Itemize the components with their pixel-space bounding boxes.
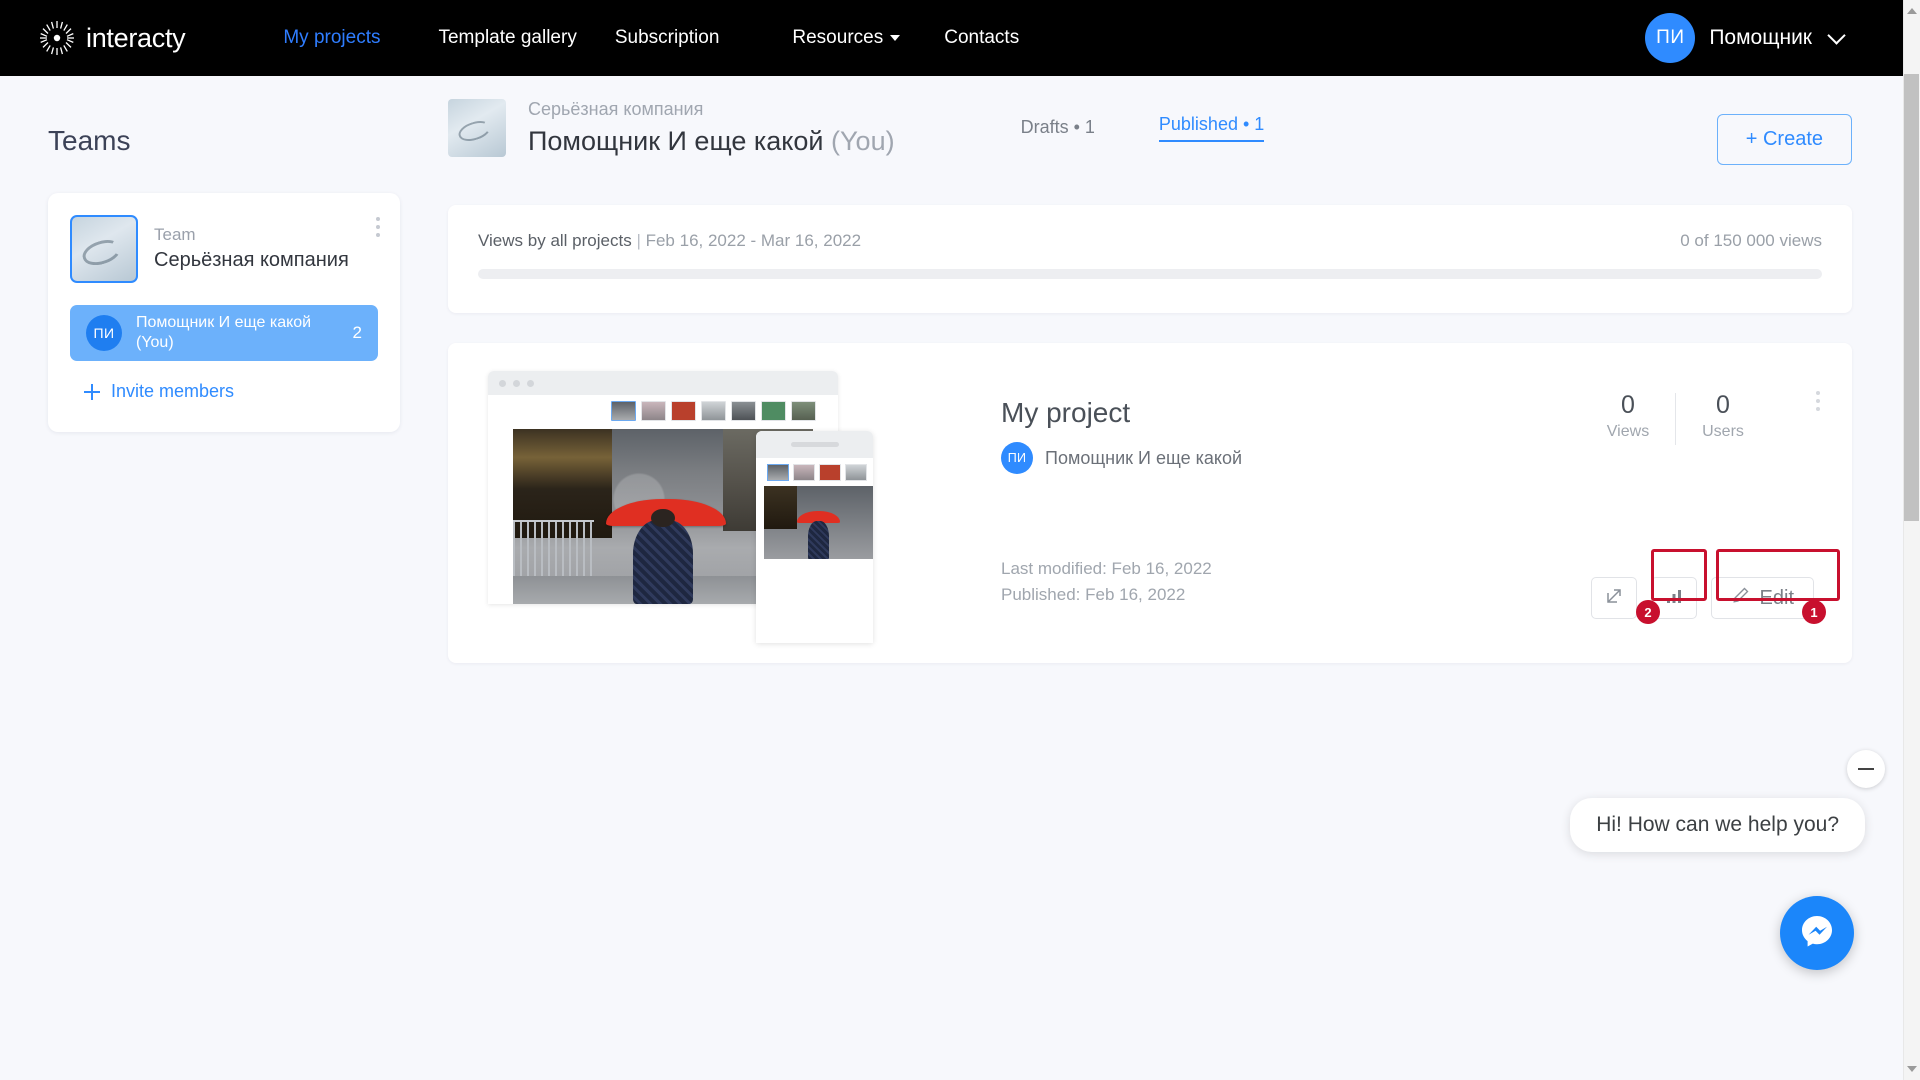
scroll-down-arrow-icon[interactable] [1907, 1066, 1917, 1072]
open-external-button[interactable] [1590, 577, 1637, 620]
nav-item-resources[interactable]: Resources [792, 27, 901, 49]
more-vertical-icon[interactable] [376, 217, 380, 237]
stat-views-value: 0 [1621, 391, 1635, 420]
nav-item-contacts[interactable]: Contacts [944, 27, 1019, 49]
views-count: 0 of 150 000 views [1680, 231, 1822, 251]
team-row[interactable]: Team Серьёзная компания [70, 215, 378, 283]
stat-views-label: Views [1606, 423, 1650, 441]
avatar: ПИ [1645, 13, 1696, 63]
project-last-modified: Last modified: Feb 16, 2022 [1001, 559, 1212, 579]
header-team-name: Серьёзная компания [528, 99, 704, 119]
header-user-suffix: (You) [831, 126, 895, 156]
header-user-name: Помощник И еще какой (You) [528, 123, 895, 159]
stat-views: 0 Views [1581, 391, 1675, 441]
main-content: Серьёзная компания Помощник И еще какой … [448, 96, 1852, 664]
sidebar-member-count: 2 [352, 323, 362, 342]
content-header: Серьёзная компания Помощник И еще какой … [448, 96, 1852, 165]
project-dates: Last modified: Feb 16, 2022 Published: F… [1001, 556, 1212, 607]
preview-thumbnail-strip [488, 395, 838, 428]
teams-sidebar: Teams Team Серьёзная компания ПИ Помощни… [48, 125, 400, 432]
brand-logo[interactable]: interacty [38, 19, 186, 57]
nav-item-resources-label: Resources [792, 27, 884, 48]
chat-minimize-button[interactable] [1847, 750, 1885, 788]
more-vertical-icon[interactable] [1816, 391, 1820, 412]
sidebar-member-name: Помощник И еще какой (You) [136, 314, 312, 351]
teams-card: Team Серьёзная компания ПИ Помощник И ещ… [48, 193, 400, 432]
chevron-down-icon [1827, 25, 1846, 45]
chevron-down-icon [890, 34, 901, 41]
project-owner-name: Помощник И еще какой [1045, 447, 1243, 468]
views-progress-bar [478, 269, 1822, 280]
team-avatar [70, 215, 138, 283]
nav-links: My projects Template gallery Subscriptio… [283, 27, 1019, 49]
team-name: Серьёзная компания [154, 249, 349, 272]
mobile-status-bar [756, 431, 873, 459]
mobile-hero-image [764, 486, 873, 560]
invite-members-button[interactable]: Invite members [70, 381, 378, 402]
sidebar-member-item[interactable]: ПИ Помощник И еще какой (You) 2 [70, 305, 378, 361]
page-title: Teams [48, 125, 131, 156]
edit-button[interactable]: Edit [1710, 577, 1814, 620]
nav-item-subscription[interactable]: Subscription [615, 27, 720, 49]
header-user-name-text: Помощник И еще какой [528, 126, 824, 156]
views-label-text: Views by all projects [478, 231, 632, 251]
user-name: Помощник [1709, 26, 1812, 49]
project-action-buttons: Edit [1590, 577, 1814, 620]
brand-name: interacty [86, 22, 186, 53]
top-navigation-bar: interacty My projects Template gallery S… [0, 0, 1903, 76]
project-published-date: Published: Feb 16, 2022 [1001, 584, 1186, 604]
nav-item-template-gallery[interactable]: Template gallery [438, 27, 576, 49]
plus-icon [84, 383, 100, 400]
tab-published[interactable]: Published • 1 [1158, 114, 1265, 142]
avatar: ПИ [1001, 442, 1033, 475]
views-label-separator: | [636, 231, 641, 251]
project-owner: ПИ Помощник И еще какой [1001, 442, 1852, 475]
nav-item-my-projects[interactable]: My projects [283, 27, 380, 49]
external-link-icon [1604, 586, 1624, 611]
chat-launcher-button[interactable] [1780, 896, 1854, 970]
annotation-badge-2: 2 [1636, 600, 1660, 624]
messenger-icon [1797, 911, 1837, 956]
project-preview[interactable] [473, 343, 943, 663]
views-summary-panel: Views by all projects | Feb 16, 2022 - M… [448, 205, 1852, 314]
page-scrollbar[interactable] [1903, 0, 1920, 1080]
team-role-label: Team [154, 224, 196, 244]
avatar: ПИ [86, 315, 122, 351]
scrollbar-thumb[interactable] [1904, 74, 1919, 521]
project-filter-tabs: Drafts • 1 Published • 1 [1021, 114, 1265, 142]
views-label: Views by all projects | Feb 16, 2022 - M… [478, 231, 861, 251]
views-date-range: Feb 16, 2022 - Mar 16, 2022 [645, 231, 862, 251]
mobile-thumbnail-strip [756, 458, 873, 486]
mobile-preview-mock [756, 431, 873, 644]
team-avatar [448, 98, 506, 157]
annotation-badge-1: 1 [1802, 600, 1826, 624]
project-info: My project ПИ Помощник И еще какой Last … [943, 343, 1852, 663]
edit-button-label: Edit [1759, 586, 1794, 609]
user-menu[interactable]: ПИ Помощник [1645, 0, 1846, 76]
tab-drafts[interactable]: Drafts • 1 [1021, 117, 1095, 138]
browser-chrome-bar [488, 371, 838, 396]
bar-chart-icon [1665, 588, 1683, 609]
create-button[interactable]: + Create [1716, 114, 1852, 165]
stat-users: 0 Users [1676, 391, 1770, 441]
stat-users-label: Users [1702, 423, 1744, 441]
chat-greeting-bubble: Hi! How can we help you? [1570, 798, 1865, 852]
invite-members-label: Invite members [111, 381, 235, 401]
sunburst-icon [38, 19, 76, 57]
stat-users-value: 0 [1716, 391, 1730, 420]
project-stats: 0 Views 0 Users [1581, 391, 1770, 446]
scroll-up-arrow-icon[interactable] [1907, 8, 1917, 14]
pencil-icon [1731, 586, 1750, 611]
minus-icon [1858, 768, 1874, 770]
